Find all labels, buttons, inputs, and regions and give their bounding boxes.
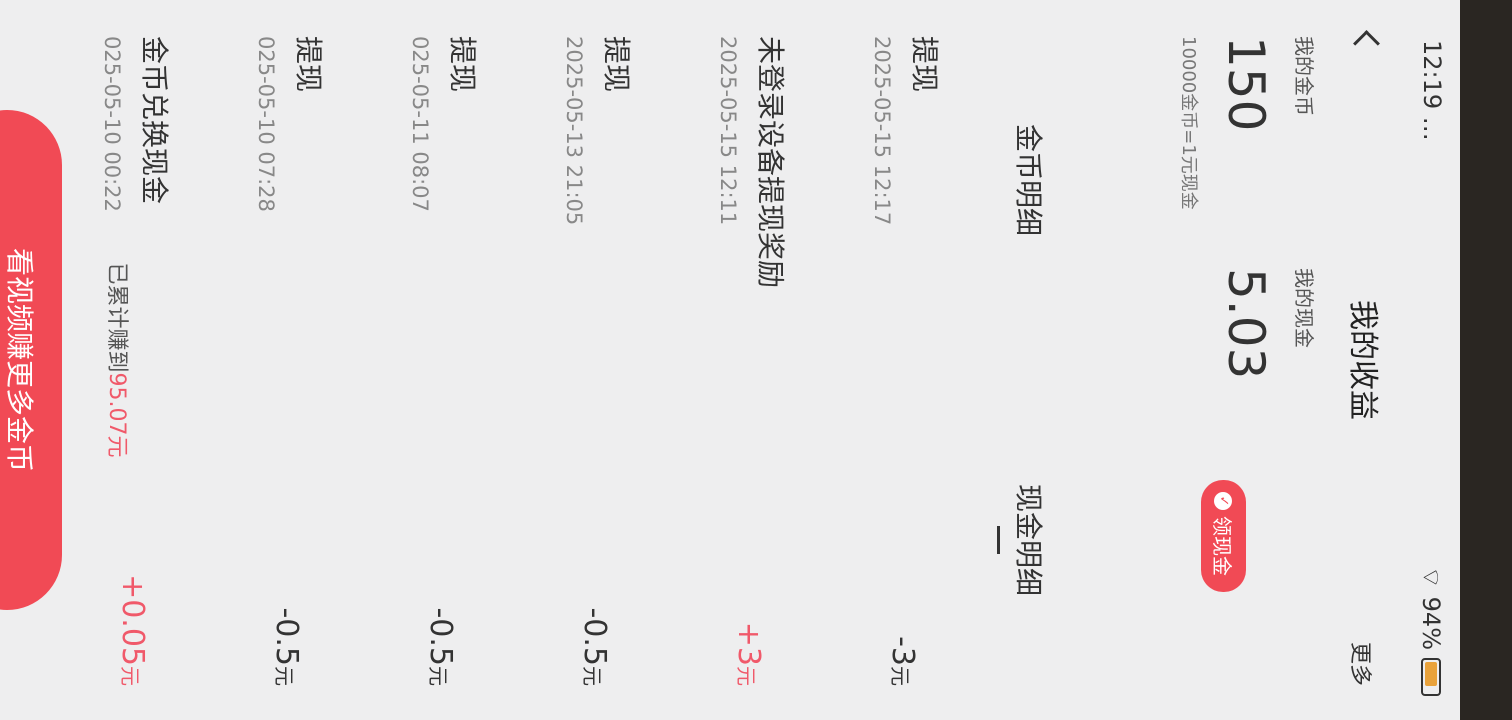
amount-unit: 元 xyxy=(888,666,912,686)
amount-value: +3 xyxy=(731,621,766,666)
cash-record-list: 提现 2025-05-15 12:17 -3元 未登录设备提现奖励 2025-0… xyxy=(36,0,960,720)
withdraw-cash-button[interactable]: ✓ 领现金 xyxy=(1201,480,1246,592)
tab-cash-details[interactable]: 现金明细 xyxy=(997,360,1050,720)
status-indicators: ⌔ 94% xyxy=(1416,566,1446,696)
list-item[interactable]: 提现 025-05-11 08:07 -0.5元 xyxy=(344,0,498,720)
coins-value: 150 xyxy=(1217,36,1275,132)
check-icon: ✓ xyxy=(1214,492,1233,510)
tab-coin-details[interactable]: 金币明细 xyxy=(1010,0,1050,360)
record-amount: -0.5元 xyxy=(577,607,612,686)
record-date: 2025-05-15 12:17 xyxy=(870,36,894,226)
list-item[interactable]: 提现 2025-05-13 21:05 -0.5元 xyxy=(498,0,652,720)
battery-icon xyxy=(1421,658,1441,696)
coins-summary: 我的金币 150 10000金币=1元现金 xyxy=(1177,36,1320,210)
amount-unit: 元 xyxy=(580,666,604,686)
wallet-summary: 我的金币 150 10000金币=1元现金 我的现金 5.03 ✓ 领现金 xyxy=(1150,0,1320,720)
amount-value: -0.5 xyxy=(577,607,612,666)
amount-value: -0.5 xyxy=(423,607,458,666)
tab-label: 金币明细 xyxy=(1012,123,1045,236)
record-title: 提现 xyxy=(292,36,325,93)
coins-label: 我的金币 xyxy=(1292,36,1316,116)
list-item[interactable]: 提现 2025-05-15 12:17 -3元 xyxy=(806,0,960,720)
amount-value: -3 xyxy=(885,636,920,666)
page-title: 我的收益 xyxy=(1345,300,1380,420)
amount-unit: 元 xyxy=(272,666,296,686)
cta-label: 看视频赚更多金币 xyxy=(3,247,36,472)
total-earned-prefix: 已累计赚到 xyxy=(104,262,129,373)
record-amount: -3元 xyxy=(885,636,920,686)
amount-unit: 元 xyxy=(426,666,450,686)
cash-label: 我的现金 xyxy=(1292,268,1316,348)
more-button[interactable]: 更多 xyxy=(1346,642,1378,686)
wifi-icon: ⌔ xyxy=(1417,566,1445,589)
coins-exchange-note: 10000金币=1元现金 xyxy=(1178,36,1199,210)
record-amount: +3元 xyxy=(731,622,766,686)
active-tab-indicator xyxy=(997,526,1000,554)
tab-label: 现金明细 xyxy=(1012,483,1045,596)
watch-video-earn-coins-button[interactable]: 看视频赚更多金币 xyxy=(0,110,62,610)
battery-percent: 94% xyxy=(1417,596,1445,650)
status-bar: 12:19 … ⌔ 94% xyxy=(1412,0,1460,720)
total-earned: 已累计赚到95.07元 xyxy=(103,0,135,720)
record-date: 025-05-11 08:07 xyxy=(408,36,432,212)
detail-tabs: 金币明细 现金明细 xyxy=(980,0,1050,720)
record-amount: -0.5元 xyxy=(269,607,304,686)
cash-summary: 我的现金 5.03 xyxy=(1217,268,1320,379)
record-title: 提现 xyxy=(446,36,479,93)
withdraw-cash-label: 领现金 xyxy=(1210,516,1234,576)
record-title: 提现 xyxy=(600,36,633,93)
amount-unit: 元 xyxy=(734,666,758,686)
record-amount: -0.5元 xyxy=(423,607,458,686)
total-earned-amount: 95.07元 xyxy=(104,372,129,458)
phone-screen: 12:19 … ⌔ 94% 我的收益 更多 我的金币 150 10000金币=1… xyxy=(0,0,1460,720)
list-item[interactable]: 提现 025-05-10 07:28 -0.5元 xyxy=(190,0,344,720)
list-item[interactable]: 未登录设备提现奖励 2025-05-15 12:11 +3元 xyxy=(652,0,806,720)
record-title: 未登录设备提现奖励 xyxy=(754,36,787,289)
record-title: 金币兑换现金 xyxy=(138,36,171,205)
cash-value: 5.03 xyxy=(1217,268,1275,380)
record-date: 2025-05-15 12:11 xyxy=(716,36,740,226)
record-date: 025-05-10 07:28 xyxy=(254,36,278,212)
amount-value: -0.5 xyxy=(269,607,304,666)
record-title: 提现 xyxy=(908,36,941,93)
record-date: 2025-05-13 21:05 xyxy=(562,36,586,226)
nav-bar: 我的收益 更多 xyxy=(1334,0,1404,720)
status-time: 12:19 … xyxy=(1418,40,1446,141)
